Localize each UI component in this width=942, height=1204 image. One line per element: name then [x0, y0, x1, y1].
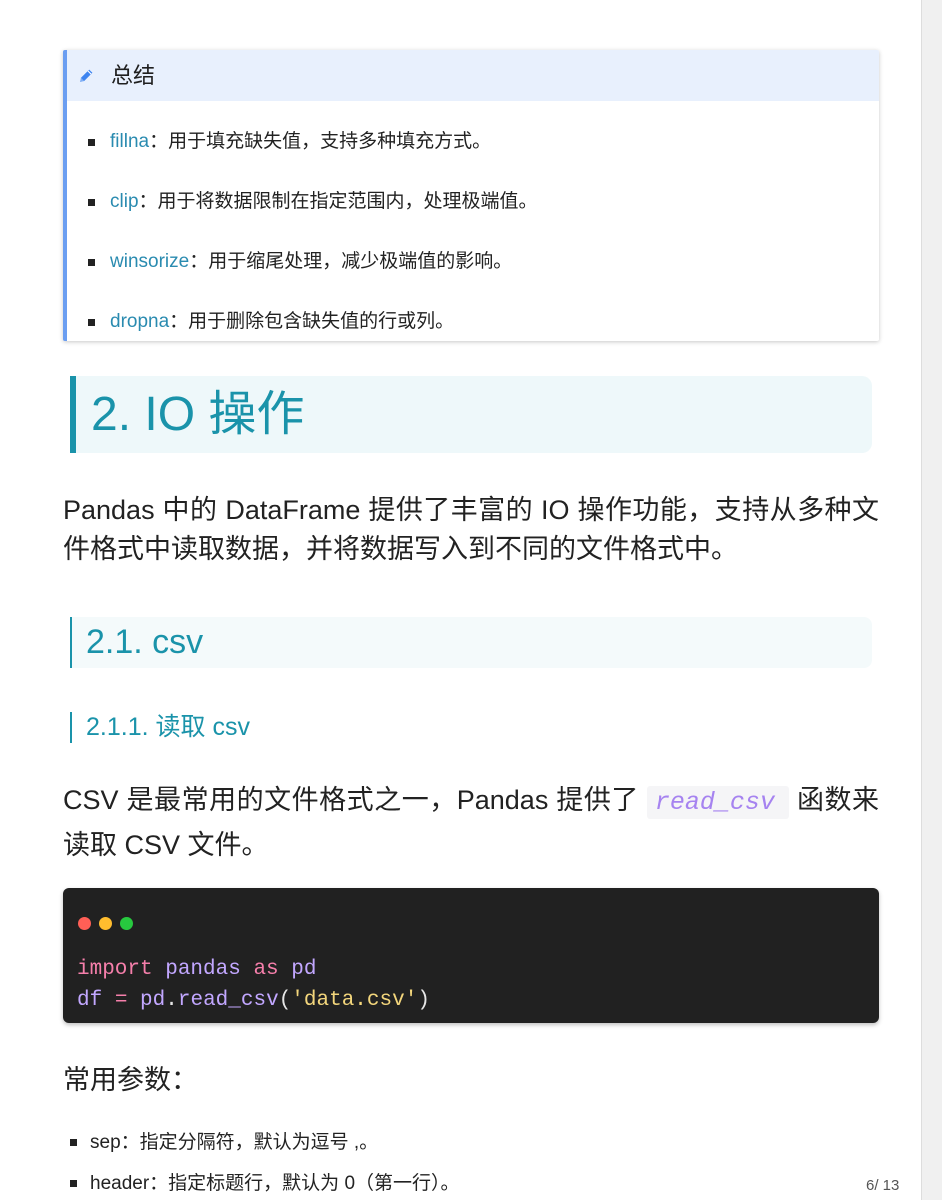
subsection-heading-box: 2.1. csv: [70, 617, 872, 668]
subsubsection-heading: 2.1.1. 读取 csv: [70, 712, 250, 743]
summary-item-fillna: fillna：用于填充缺失值，支持多种填充方式。: [67, 112, 538, 172]
params-label: 常用参数：: [63, 1065, 198, 1095]
code-token-punct: (: [278, 989, 292, 1012]
code-token-punct: .: [165, 989, 178, 1012]
summary-item-desc: ：用于缩尾处理，减少极端值的影响。: [189, 251, 513, 272]
param-item-header: header：指定标题行，默认为 0（第一行）。: [63, 1163, 460, 1204]
code-block: import pandas as pd df = pd.read_csv('da…: [63, 888, 879, 1023]
description-text-before: CSV 是最常用的文件格式之一，Pandas 提供了: [63, 785, 647, 815]
code-content: import pandas as pd df = pd.read_csv('da…: [77, 954, 430, 1016]
code-token-name: pd: [140, 989, 166, 1012]
summary-item-term: dropna: [110, 311, 170, 332]
code-token-name: df: [77, 989, 115, 1012]
code-token-string: 'data.csv': [291, 989, 418, 1012]
summary-item-desc: ：用于填充缺失值，支持多种填充方式。: [149, 131, 492, 152]
code-token-name: pd: [291, 958, 317, 981]
summary-item-term: fillna: [110, 131, 150, 152]
code-token-name: read_csv: [177, 989, 279, 1012]
document-page: 总结 fillna：用于填充缺失值，支持多种填充方式。 clip：用于将数据限制…: [0, 0, 921, 1200]
pencil-icon: [78, 67, 95, 84]
page-number: 6/ 13: [866, 1177, 900, 1194]
inline-code-read-csv: read_csv: [646, 786, 789, 819]
window-minimize-dot-icon: [99, 917, 112, 930]
summary-item-term: winsorize: [110, 251, 190, 272]
csv-description: CSV 是最常用的文件格式之一，Pandas 提供了 read_csv 函数来读…: [63, 779, 879, 866]
summary-item-desc: ：用于删除包含缺失值的行或列。: [169, 311, 455, 332]
window-close-dot-icon: [78, 917, 91, 930]
code-token-name: pandas: [165, 958, 254, 981]
window-maximize-dot-icon: [120, 917, 133, 930]
summary-item-term: clip: [110, 191, 139, 212]
param-item-sep: sep：指定分隔符，默认为逗号 ,。: [63, 1122, 460, 1163]
subsection-heading: 2.1. csv: [86, 623, 204, 661]
code-token-operator: =: [114, 989, 141, 1012]
summary-item-winsorize: winsorize：用于缩尾处理，减少极端值的影响。: [67, 232, 538, 292]
section-heading: 2. IO 操作: [91, 388, 305, 441]
callout-header: 总结: [67, 50, 879, 101]
summary-item-desc: ：用于将数据限制在指定范围内，处理极端值。: [138, 191, 538, 212]
summary-item-clip: clip：用于将数据限制在指定范围内，处理极端值。: [67, 172, 538, 232]
intro-paragraph: Pandas 中的 DataFrame 提供了丰富的 IO 操作功能，支持从多种…: [63, 495, 879, 564]
summary-list: fillna：用于填充缺失值，支持多种填充方式。 clip：用于将数据限制在指定…: [67, 112, 538, 341]
code-token-keyword: as: [253, 958, 292, 981]
summary-callout: 总结 fillna：用于填充缺失值，支持多种填充方式。 clip：用于将数据限制…: [63, 50, 879, 341]
code-token-punct: ): [417, 989, 430, 1012]
viewer-margin: [921, 0, 942, 1200]
summary-item-dropna: dropna：用于删除包含缺失值的行或列。: [67, 292, 538, 341]
code-token-keyword: import: [77, 958, 166, 981]
code-line-import: import pandas as pd: [77, 954, 430, 985]
callout-title: 总结: [111, 63, 156, 88]
params-list: sep：指定分隔符，默认为逗号 ,。 header：指定标题行，默认为 0（第一…: [63, 1122, 460, 1204]
section-heading-box: 2. IO 操作: [70, 376, 872, 453]
code-line-read-csv: df = pd.read_csv('data.csv'): [77, 985, 430, 1016]
